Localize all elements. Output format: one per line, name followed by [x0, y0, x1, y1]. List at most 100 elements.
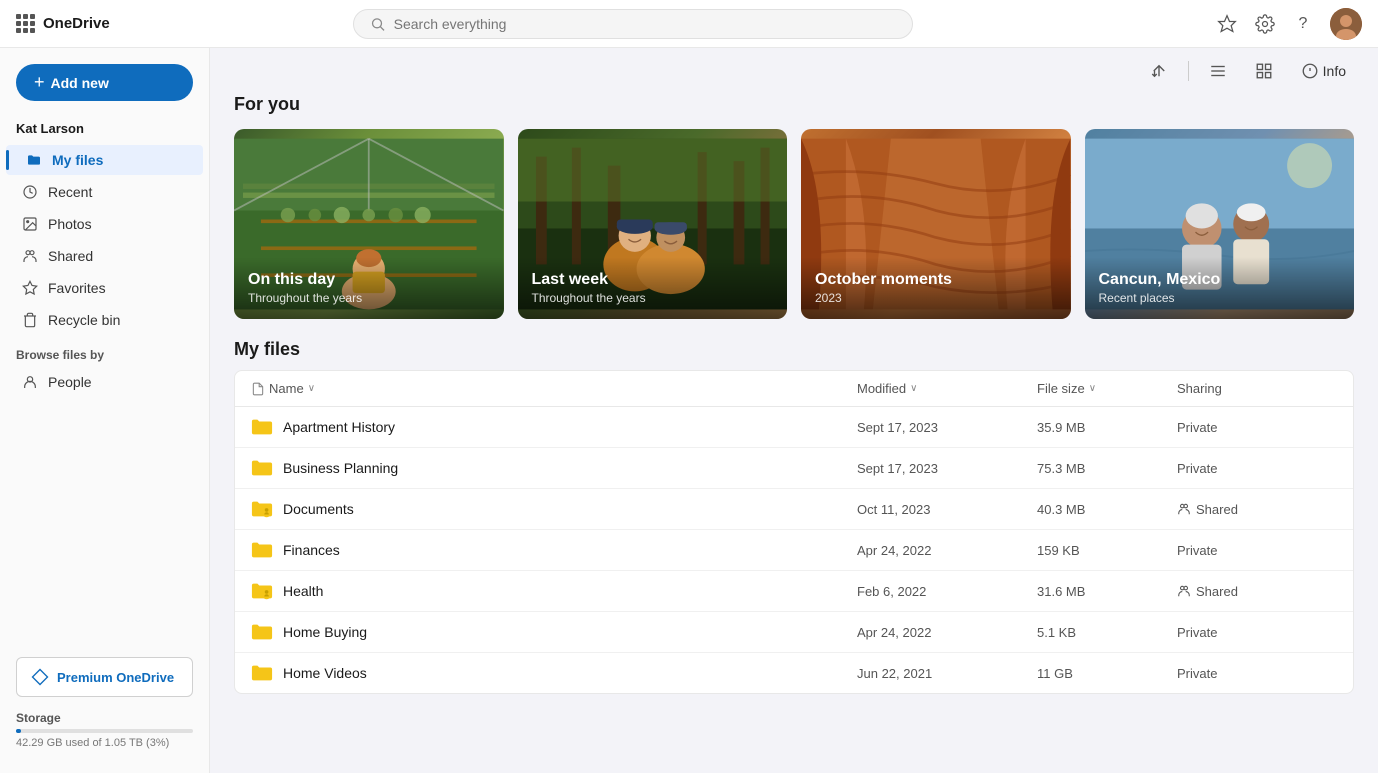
- card-last-week[interactable]: Last week Throughout the years: [518, 129, 788, 319]
- my-files-section: My files Name ∨ Modified ∨ File size ∨: [210, 339, 1378, 714]
- folder-icon: [251, 540, 273, 560]
- info-label: Info: [1323, 63, 1346, 79]
- cell-modified: Apr 24, 2022: [857, 543, 1037, 558]
- cell-modified: Oct 11, 2023: [857, 502, 1037, 517]
- card-overlay-cancun: Cancun, Mexico Recent places: [1085, 257, 1355, 319]
- name-sort-arrow: ∨: [308, 383, 315, 394]
- toolbar-divider: [1188, 61, 1189, 81]
- sidebar-item-label-recycle-bin: Recycle bin: [48, 312, 120, 328]
- card-title-last-week: Last week: [532, 271, 774, 289]
- folder-icon: [251, 663, 273, 683]
- card-subtitle-october-moments: 2023: [815, 291, 1057, 305]
- search-icon: [370, 16, 385, 32]
- sidebar-item-recent[interactable]: Recent: [6, 177, 203, 207]
- info-button[interactable]: Info: [1293, 58, 1354, 84]
- avatar-image: [1330, 8, 1362, 40]
- cell-size: 40.3 MB: [1037, 502, 1177, 517]
- topbar-right: ?: [1216, 8, 1362, 40]
- sidebar-item-photos[interactable]: Photos: [6, 209, 203, 239]
- plus-icon: +: [34, 72, 45, 93]
- recent-icon: [22, 184, 38, 200]
- sidebar: + Add new Kat Larson My files Recent Pho…: [0, 48, 210, 773]
- sort-button[interactable]: [1142, 58, 1176, 84]
- main-layout: + Add new Kat Larson My files Recent Pho…: [0, 48, 1378, 773]
- sidebar-item-shared[interactable]: Shared: [6, 241, 203, 271]
- cell-sharing: Private: [1177, 461, 1337, 476]
- content-toolbar: Info: [210, 48, 1378, 94]
- column-file-size-label: File size: [1037, 381, 1085, 396]
- premium-label: Premium OneDrive: [57, 670, 174, 685]
- sidebar-item-label-my-files: My files: [52, 152, 103, 168]
- help-icon[interactable]: ?: [1292, 13, 1314, 35]
- table-row[interactable]: Business Planning Sept 17, 2023 75.3 MB …: [235, 448, 1353, 489]
- table-row[interactable]: Finances Apr 24, 2022 159 KB Private: [235, 530, 1353, 571]
- sidebar-item-people[interactable]: People: [6, 367, 203, 397]
- column-sharing-label: Sharing: [1177, 381, 1222, 396]
- sidebar-item-label-shared: Shared: [48, 248, 93, 264]
- settings-icon[interactable]: [1254, 13, 1276, 35]
- card-overlay-last-week: Last week Throughout the years: [518, 257, 788, 319]
- sidebar-item-favorites[interactable]: Favorites: [6, 273, 203, 303]
- column-modified-label: Modified: [857, 381, 906, 396]
- column-header-name[interactable]: Name ∨: [251, 381, 857, 396]
- user-name: Kat Larson: [0, 117, 209, 144]
- list-view-button[interactable]: [1201, 58, 1235, 84]
- file-name-cell: Home Buying: [251, 622, 857, 642]
- cell-modified: Sept 17, 2023: [857, 420, 1037, 435]
- cell-sharing: Private: [1177, 543, 1337, 558]
- file-name-cell: Home Videos: [251, 663, 857, 683]
- premium-icon[interactable]: [1216, 13, 1238, 35]
- cell-modified: Jun 22, 2021: [857, 666, 1037, 681]
- card-october-moments[interactable]: October moments 2023: [801, 129, 1071, 319]
- cell-sharing: Private: [1177, 420, 1337, 435]
- search-input[interactable]: [394, 16, 897, 32]
- premium-button[interactable]: Premium OneDrive: [16, 657, 193, 697]
- storage-bar-fill: [16, 729, 21, 733]
- column-header-file-size[interactable]: File size ∨: [1037, 381, 1177, 396]
- table-row[interactable]: Documents Oct 11, 2023 40.3 MB Shared: [235, 489, 1353, 530]
- cell-modified: Apr 24, 2022: [857, 625, 1037, 640]
- content-area: Info For you: [210, 48, 1378, 773]
- shared-people-icon: [1177, 584, 1191, 598]
- card-cancun[interactable]: Cancun, Mexico Recent places: [1085, 129, 1355, 319]
- cell-size: 75.3 MB: [1037, 461, 1177, 476]
- file-name: Home Videos: [283, 665, 367, 681]
- file-name: Health: [283, 583, 323, 599]
- browse-section-label: Browse files by: [0, 336, 209, 366]
- folder-shared-icon: [251, 499, 273, 519]
- avatar[interactable]: [1330, 8, 1362, 40]
- storage-label: Storage: [16, 711, 193, 725]
- folder-shared-wrapper: [251, 581, 273, 601]
- sidebar-item-label-favorites: Favorites: [48, 280, 106, 296]
- modified-sort-arrow: ∨: [910, 383, 917, 394]
- files-table: Name ∨ Modified ∨ File size ∨ Sharing: [234, 370, 1354, 694]
- search-bar[interactable]: [353, 9, 913, 39]
- app-name: OneDrive: [43, 15, 110, 32]
- card-title-october-moments: October moments: [815, 271, 1057, 289]
- grid-view-button[interactable]: [1247, 58, 1281, 84]
- card-on-this-day[interactable]: On this day Throughout the years: [234, 129, 504, 319]
- table-row[interactable]: Home Buying Apr 24, 2022 5.1 KB Private: [235, 612, 1353, 653]
- file-name: Home Buying: [283, 624, 367, 640]
- add-new-button[interactable]: + Add new: [16, 64, 193, 101]
- table-row[interactable]: Health Feb 6, 2022 31.6 MB Shared: [235, 571, 1353, 612]
- folder-icon: [251, 622, 273, 642]
- folder-shared-wrapper: [251, 499, 273, 519]
- for-you-title: For you: [234, 94, 1354, 115]
- table-row[interactable]: Apartment History Sept 17, 2023 35.9 MB …: [235, 407, 1353, 448]
- my-files-icon: [26, 152, 42, 168]
- topbar: OneDrive ?: [0, 0, 1378, 48]
- folder-shared-icon: [251, 581, 273, 601]
- info-icon: [1301, 62, 1319, 80]
- cell-size: 35.9 MB: [1037, 420, 1177, 435]
- my-files-title: My files: [234, 339, 1354, 360]
- card-subtitle-last-week: Throughout the years: [532, 291, 774, 305]
- sidebar-item-my-files[interactable]: My files: [6, 145, 203, 175]
- column-header-modified[interactable]: Modified ∨: [857, 381, 1037, 396]
- cell-size: 159 KB: [1037, 543, 1177, 558]
- diamond-icon: [31, 668, 49, 686]
- card-subtitle-cancun: Recent places: [1099, 291, 1341, 305]
- sidebar-item-recycle-bin[interactable]: Recycle bin: [6, 305, 203, 335]
- app-grid-icon[interactable]: [16, 14, 35, 33]
- table-row[interactable]: Home Videos Jun 22, 2021 11 GB Private: [235, 653, 1353, 693]
